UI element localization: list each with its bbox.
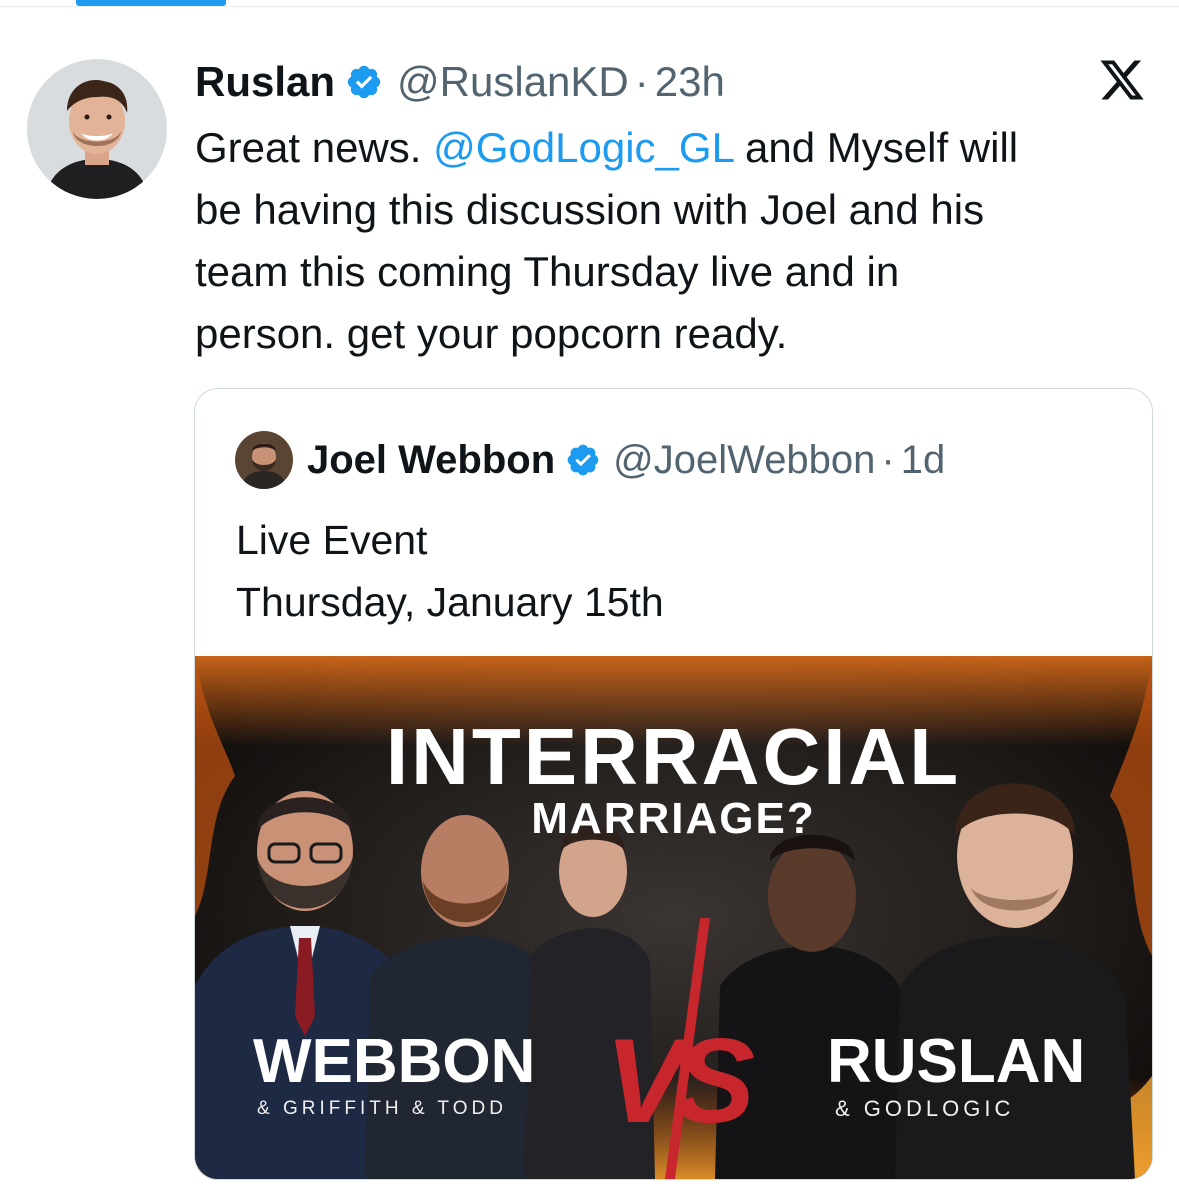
separator-dot: · [881, 437, 895, 482]
active-tab-indicator [76, 0, 226, 6]
quoted-text-line: Thursday, January 15th [236, 579, 664, 625]
poster-left-subtitle: & GRIFFITH & TODD [257, 1098, 507, 1119]
mention-link[interactable]: @GodLogic_GL [433, 124, 733, 171]
author-name[interactable]: Ruslan [195, 58, 335, 106]
tweet-text-line: team this coming Thursday live and in [195, 248, 900, 295]
poster-right-name: RUSLAN [827, 1027, 1086, 1096]
quoted-tweet-header: Joel Webbon @JoelWebbon · 1d [235, 431, 946, 489]
author-avatar[interactable] [27, 59, 167, 199]
verified-badge-icon [567, 444, 599, 476]
tweet-text-line: be having this discussion with Joel and … [195, 186, 985, 233]
separator-dot: · [634, 58, 649, 105]
tweet-text-line: Great news. @GodLogic_GL and Myself will [195, 124, 1019, 171]
x-logo-icon [1100, 60, 1144, 100]
event-poster-image[interactable]: INTERRACIAL MARRIAGE? WEBBON & GRIFFITH … [195, 656, 1152, 1179]
quoted-author-handle[interactable]: @JoelWebbon [613, 438, 875, 483]
tweet-text: Great news. @GodLogic_GL and Myself will… [195, 117, 1145, 365]
quoted-tweet-card[interactable]: Joel Webbon @JoelWebbon · 1d Live Event … [194, 388, 1153, 1180]
poster-headline: INTERRACIAL [385, 712, 962, 801]
poster-subheadline: MARRIAGE? [531, 794, 816, 843]
quoted-tweet-text: Live Event Thursday, January 15th [236, 509, 664, 633]
quoted-tweet-timestamp[interactable]: 1d [901, 438, 946, 483]
poster-left-name: WEBBON [253, 1027, 536, 1096]
author-handle[interactable]: @RuslanKD [397, 58, 629, 106]
quoted-text-line: Live Event [236, 517, 428, 563]
verified-badge-icon [347, 65, 381, 99]
quoted-author-avatar[interactable] [235, 431, 293, 489]
quoted-author-name[interactable]: Joel Webbon [307, 438, 555, 483]
poster-versus: VS [605, 1014, 755, 1148]
tweet-text-line: person. get your popcorn ready. [195, 310, 788, 357]
tweet-header: Ruslan @RuslanKD · 23h [195, 52, 725, 112]
top-divider [0, 6, 1179, 7]
tweet-timestamp[interactable]: 23h [655, 58, 725, 106]
poster-right-subtitle: & GODLOGIC [835, 1096, 1015, 1121]
